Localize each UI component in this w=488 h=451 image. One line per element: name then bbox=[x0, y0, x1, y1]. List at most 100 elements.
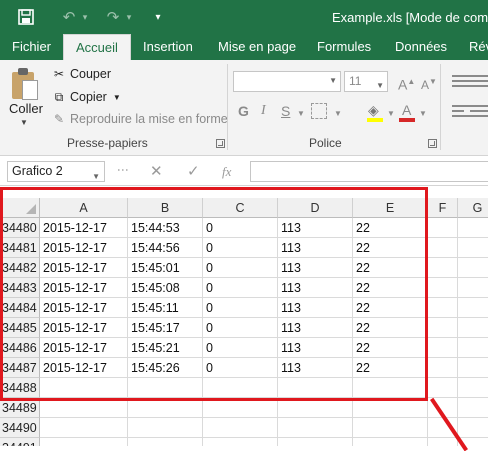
cell-a34485[interactable]: 2015-12-17 bbox=[40, 318, 128, 338]
save-icon[interactable] bbox=[16, 7, 36, 27]
cell-a34484[interactable]: 2015-12-17 bbox=[40, 298, 128, 318]
shrink-font-icon[interactable]: A▼ bbox=[421, 71, 437, 92]
cell-g34484[interactable] bbox=[458, 298, 488, 318]
column-header-e[interactable]: E bbox=[353, 198, 428, 218]
cell-e34486[interactable]: 22 bbox=[353, 338, 428, 358]
cell-c34490[interactable] bbox=[203, 418, 278, 438]
cell-c34486[interactable]: 0 bbox=[203, 338, 278, 358]
cell-d34480[interactable]: 113 bbox=[278, 218, 353, 238]
cell-c34481[interactable]: 0 bbox=[203, 238, 278, 258]
column-header-a[interactable]: A bbox=[40, 198, 128, 218]
cell-c34483[interactable]: 0 bbox=[203, 278, 278, 298]
insert-function-icon[interactable]: fx bbox=[222, 162, 231, 182]
cell-c34480[interactable]: 0 bbox=[203, 218, 278, 238]
font-color-icon[interactable]: A bbox=[398, 102, 416, 122]
row-header[interactable]: 34484 bbox=[0, 298, 40, 318]
cell-g34490[interactable] bbox=[458, 418, 488, 438]
cell-g34488[interactable] bbox=[458, 378, 488, 398]
cell-g34482[interactable] bbox=[458, 258, 488, 278]
cell-d34489[interactable] bbox=[278, 398, 353, 418]
tab-donnees[interactable]: Données bbox=[395, 34, 447, 60]
font-launcher-icon[interactable] bbox=[428, 139, 437, 148]
font-size-dropdown[interactable]: 11 ▼ bbox=[344, 71, 388, 92]
cell-d34491[interactable] bbox=[278, 438, 353, 446]
cell-g34483[interactable] bbox=[458, 278, 488, 298]
cell-b34488[interactable] bbox=[128, 378, 203, 398]
cell-e34482[interactable]: 22 bbox=[353, 258, 428, 278]
chevron-down-icon[interactable]: ▼ bbox=[334, 109, 342, 118]
cell-d34481[interactable]: 113 bbox=[278, 238, 353, 258]
cell-e34481[interactable]: 22 bbox=[353, 238, 428, 258]
row-header[interactable]: 34482 bbox=[0, 258, 40, 278]
cell-g34486[interactable] bbox=[458, 338, 488, 358]
cell-d34486[interactable]: 113 bbox=[278, 338, 353, 358]
cell-a34480[interactable]: 2015-12-17 bbox=[40, 218, 128, 238]
row-header[interactable]: 34487 bbox=[0, 358, 40, 378]
cell-e34483[interactable]: 22 bbox=[353, 278, 428, 298]
cell-e34491[interactable] bbox=[353, 438, 428, 446]
cell-e34484[interactable]: 22 bbox=[353, 298, 428, 318]
row-header[interactable]: 34480 bbox=[0, 218, 40, 238]
formula-input[interactable] bbox=[250, 161, 488, 182]
cell-e34490[interactable] bbox=[353, 418, 428, 438]
column-header-g[interactable]: G bbox=[458, 198, 488, 218]
cell-f34481[interactable] bbox=[428, 238, 458, 258]
undo-icon[interactable]: ↶ bbox=[60, 7, 78, 27]
underline-icon[interactable]: S bbox=[281, 100, 290, 122]
align-middle-icon[interactable] bbox=[470, 75, 488, 89]
cell-a34488[interactable] bbox=[40, 378, 128, 398]
chevron-down-icon[interactable]: ▼ bbox=[387, 109, 395, 118]
cell-a34486[interactable]: 2015-12-17 bbox=[40, 338, 128, 358]
align-left-icon[interactable] bbox=[452, 105, 470, 119]
format-painter-button[interactable]: ✎ Reproduire la mise en forme bbox=[52, 109, 228, 129]
customize-qat-icon[interactable]: ▾ bbox=[152, 7, 164, 27]
bold-icon[interactable]: G bbox=[238, 100, 249, 122]
cell-d34490[interactable] bbox=[278, 418, 353, 438]
column-header-b[interactable]: B bbox=[128, 198, 203, 218]
column-header-d[interactable]: D bbox=[278, 198, 353, 218]
cell-e34485[interactable]: 22 bbox=[353, 318, 428, 338]
cell-b34484[interactable]: 15:45:11 bbox=[128, 298, 203, 318]
cell-f34491[interactable] bbox=[428, 438, 458, 446]
cell-f34480[interactable] bbox=[428, 218, 458, 238]
cell-f34486[interactable] bbox=[428, 338, 458, 358]
chevron-down-icon[interactable]: ▼ bbox=[297, 109, 305, 118]
row-header[interactable]: 34489 bbox=[0, 398, 40, 418]
cell-b34491[interactable] bbox=[128, 438, 203, 446]
cell-f34488[interactable] bbox=[428, 378, 458, 398]
align-center-icon[interactable] bbox=[470, 105, 488, 119]
cell-g34481[interactable] bbox=[458, 238, 488, 258]
tab-accueil[interactable]: Accueil bbox=[63, 34, 131, 61]
row-header[interactable]: 34481 bbox=[0, 238, 40, 258]
cell-b34482[interactable]: 15:45:01 bbox=[128, 258, 203, 278]
chevron-down-icon[interactable]: ▼ bbox=[419, 109, 427, 118]
row-header[interactable]: 34485 bbox=[0, 318, 40, 338]
cell-b34480[interactable]: 15:44:53 bbox=[128, 218, 203, 238]
column-header-c[interactable]: C bbox=[203, 198, 278, 218]
align-top-icon[interactable] bbox=[452, 75, 470, 89]
tab-revision[interactable]: Rév bbox=[469, 34, 488, 60]
cell-b34486[interactable]: 15:45:21 bbox=[128, 338, 203, 358]
cell-e34480[interactable]: 22 bbox=[353, 218, 428, 238]
font-name-dropdown[interactable]: ▼ bbox=[233, 71, 341, 92]
cell-g34485[interactable] bbox=[458, 318, 488, 338]
cell-c34491[interactable] bbox=[203, 438, 278, 446]
cell-c34482[interactable]: 0 bbox=[203, 258, 278, 278]
cell-e34489[interactable] bbox=[353, 398, 428, 418]
cell-c34484[interactable]: 0 bbox=[203, 298, 278, 318]
enter-icon[interactable]: ✓ bbox=[187, 162, 200, 182]
cell-d34488[interactable] bbox=[278, 378, 353, 398]
tab-fichier[interactable]: Fichier bbox=[12, 34, 51, 60]
cell-f34484[interactable] bbox=[428, 298, 458, 318]
cell-g34487[interactable] bbox=[458, 358, 488, 378]
cell-b34489[interactable] bbox=[128, 398, 203, 418]
grow-font-icon[interactable]: A▲ bbox=[398, 71, 415, 93]
cell-e34487[interactable]: 22 bbox=[353, 358, 428, 378]
cell-c34485[interactable]: 0 bbox=[203, 318, 278, 338]
cell-f34487[interactable] bbox=[428, 358, 458, 378]
redo-dropdown-icon[interactable]: ▾ bbox=[124, 7, 134, 27]
cell-f34482[interactable] bbox=[428, 258, 458, 278]
cell-g34489[interactable] bbox=[458, 398, 488, 418]
cell-e34488[interactable] bbox=[353, 378, 428, 398]
tab-formules[interactable]: Formules bbox=[317, 34, 371, 60]
